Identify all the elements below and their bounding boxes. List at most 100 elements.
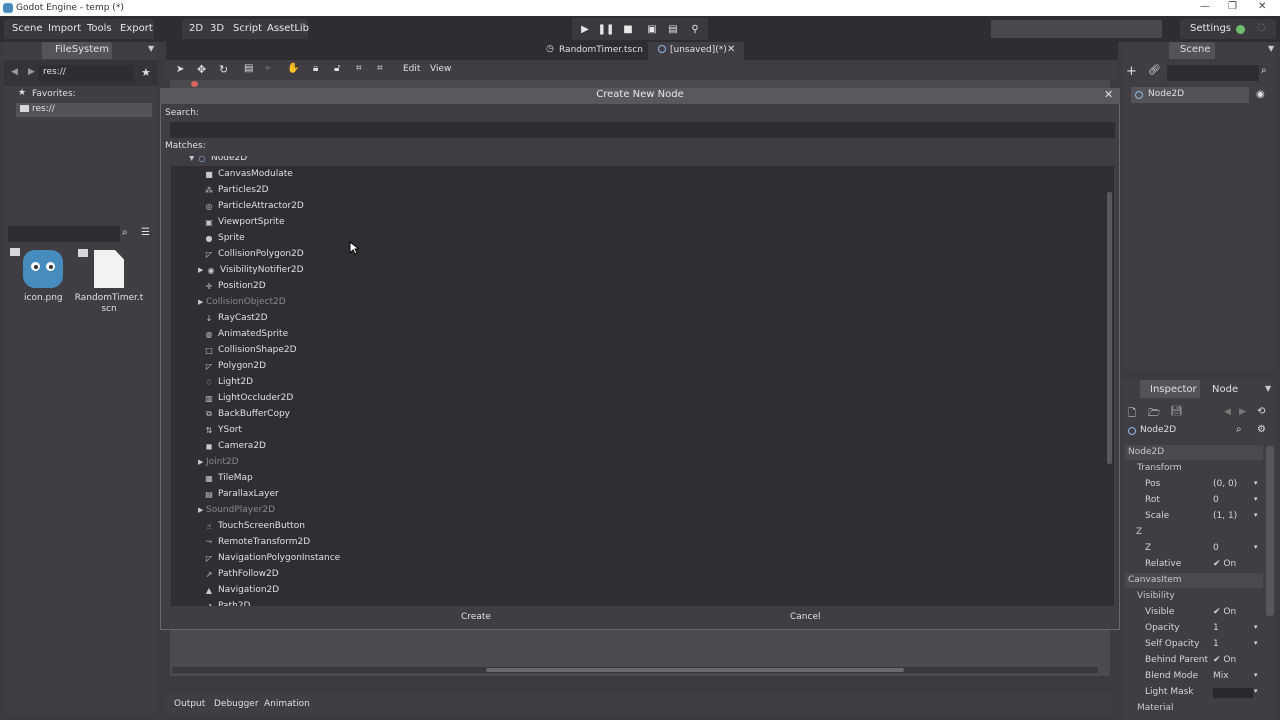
menu-scene[interactable]: Scene bbox=[12, 23, 43, 34]
tab-animation[interactable]: Animation bbox=[264, 699, 310, 709]
property-value[interactable]: ✔ On bbox=[1213, 607, 1236, 617]
node-type-item[interactable]: ▤ ParallaxLayer bbox=[171, 486, 1114, 502]
node-type-item[interactable]: ◸ CollisionPolygon2D bbox=[171, 246, 1114, 262]
h-scrollbar[interactable] bbox=[486, 668, 904, 672]
file-search-input[interactable] bbox=[8, 226, 120, 242]
history-icon[interactable]: ⟲ bbox=[1257, 406, 1265, 417]
node-type-item[interactable]: ✛ Position2D bbox=[171, 278, 1114, 294]
viewport-menu-edit[interactable]: Edit bbox=[403, 64, 420, 74]
history-back-icon[interactable]: ◀ bbox=[1224, 407, 1231, 417]
node-type-item[interactable]: ↓ RayCast2D bbox=[171, 310, 1114, 326]
move-tool-icon[interactable]: ✥ bbox=[197, 63, 206, 76]
pivot-tool-icon[interactable]: ⌖ bbox=[265, 63, 271, 74]
inspector-search-icon[interactable]: ⌕ bbox=[1236, 424, 1242, 435]
node-type-item[interactable]: ☝ TouchScreenButton bbox=[171, 518, 1114, 534]
workspace-assetlib[interactable]: AssetLib bbox=[267, 23, 309, 34]
stop-icon[interactable]: ■ bbox=[619, 20, 637, 38]
property-spinner-icon[interactable]: ▾ bbox=[1254, 511, 1258, 519]
save-resource-icon[interactable]: 💾︎ bbox=[1170, 406, 1183, 417]
settings-menu[interactable]: Settings bbox=[1190, 23, 1231, 34]
node-type-item[interactable]: ▶ CollisionObject2D bbox=[171, 294, 1114, 310]
node-type-item[interactable]: ↗ PathFollow2D bbox=[171, 566, 1114, 582]
tab-output[interactable]: Output bbox=[174, 699, 205, 709]
scene-filter-input[interactable] bbox=[1167, 65, 1259, 81]
new-resource-icon[interactable]: 🗋 bbox=[1128, 406, 1136, 423]
node-type-item[interactable]: ⧉ BackBufferCopy bbox=[171, 406, 1114, 422]
rotate-tool-icon[interactable]: ↻ bbox=[219, 63, 228, 76]
create-button[interactable]: Create bbox=[461, 612, 491, 622]
tab-scene[interactable]: Scene bbox=[1180, 44, 1211, 55]
maximize-icon[interactable]: ❐ bbox=[1228, 1, 1237, 12]
collapse-arrow-icon[interactable]: ▶ bbox=[198, 266, 206, 274]
node-tree-scrollbar[interactable] bbox=[1107, 192, 1112, 464]
node-type-item[interactable]: □ CollisionShape2D bbox=[171, 342, 1114, 358]
property-value[interactable]: Mix bbox=[1213, 671, 1229, 681]
node-type-item[interactable]: ▦ TileMap bbox=[171, 470, 1114, 486]
property-value[interactable]: (0, 0) bbox=[1213, 479, 1237, 489]
visibility-eye-icon[interactable]: ◉ bbox=[1256, 89, 1265, 100]
inspector-menu-icon[interactable]: ▼ bbox=[1265, 384, 1271, 393]
favorite-star-icon[interactable]: ★ bbox=[141, 66, 151, 79]
property-spinner-icon[interactable]: ▾ bbox=[1254, 687, 1258, 695]
node-type-item[interactable]: ▶ ◉ VisibilityNotifier2D bbox=[171, 262, 1114, 278]
node-type-item[interactable]: ▣ ViewportSprite bbox=[171, 214, 1114, 230]
play-custom-scene-icon[interactable]: ▤ bbox=[664, 20, 682, 38]
history-forward-icon[interactable]: ▶ bbox=[1239, 407, 1246, 417]
node-type-item[interactable]: ▶ Joint2D bbox=[171, 454, 1114, 470]
group-icon[interactable]: ⌗ bbox=[356, 63, 362, 74]
tab-close-icon[interactable]: ✕ bbox=[727, 44, 735, 55]
deploy-icon[interactable]: ⚲ bbox=[686, 20, 704, 38]
search-icon[interactable]: ⌕ bbox=[122, 227, 128, 238]
workspace-3d[interactable]: 3D bbox=[210, 23, 224, 34]
forward-icon[interactable]: ▶ bbox=[28, 67, 35, 77]
scene-search-icon[interactable]: ⌕ bbox=[1261, 65, 1267, 76]
open-resource-icon[interactable]: 🗁 bbox=[1148, 406, 1160, 423]
inspector-settings-icon[interactable]: ⚙ bbox=[1257, 424, 1266, 435]
file-name-icon-png[interactable]: icon.png bbox=[24, 293, 63, 303]
property-value[interactable]: 0 bbox=[1213, 543, 1219, 553]
menu-export[interactable]: Export bbox=[120, 23, 153, 34]
godot-icon-thumbnail[interactable] bbox=[23, 250, 63, 288]
node-type-item[interactable]: ♢ Light2D bbox=[171, 374, 1114, 390]
window-close-icon[interactable]: ✕ bbox=[1258, 1, 1266, 12]
ungroup-icon[interactable]: ⌗ bbox=[377, 63, 383, 74]
tab-filesystem[interactable]: FileSystem bbox=[55, 44, 109, 55]
property-spinner-icon[interactable]: ▾ bbox=[1254, 639, 1258, 647]
lock-icon[interactable]: 🔒︎ bbox=[313, 63, 318, 74]
property-spinner-icon[interactable]: ▾ bbox=[1254, 543, 1258, 551]
workspace-script[interactable]: Script bbox=[233, 23, 262, 34]
inspector-scrollbar[interactable] bbox=[1266, 446, 1274, 616]
back-icon[interactable]: ◀ bbox=[11, 67, 18, 77]
collapse-arrow-icon[interactable]: ▶ bbox=[198, 506, 206, 514]
play-icon[interactable]: ▶ bbox=[576, 20, 594, 38]
node-search-input[interactable] bbox=[170, 122, 1115, 138]
expand-arrow-icon[interactable]: ▼ bbox=[189, 156, 197, 162]
tab-randomtimer[interactable]: RandomTimer.tscn bbox=[559, 45, 643, 55]
menu-import[interactable]: Import bbox=[48, 23, 81, 34]
tab-unsaved[interactable]: [unsaved](*) bbox=[670, 45, 727, 55]
node-tree[interactable]: ▼ ○ Node2D ■ CanvasModulate ⁂ Particles2D ◎ Part… bbox=[171, 156, 1114, 606]
node-type-item[interactable]: ⇅ YSort bbox=[171, 422, 1114, 438]
list-view-icon[interactable]: ☰ bbox=[141, 227, 150, 238]
collapse-arrow-icon[interactable]: ▶ bbox=[198, 458, 206, 466]
property-value[interactable]: 1 bbox=[1213, 639, 1219, 649]
scene-dock-menu-icon[interactable]: ▼ bbox=[1268, 44, 1274, 53]
property-value[interactable]: 0 bbox=[1213, 495, 1219, 505]
node-type-item[interactable]: ■ CanvasModulate bbox=[171, 166, 1114, 182]
select-tool-icon[interactable]: ➤ bbox=[176, 64, 184, 75]
node-type-item[interactable]: ▲ Navigation2D bbox=[171, 582, 1114, 598]
pan-tool-icon[interactable]: ✋ bbox=[287, 63, 299, 74]
instance-scene-icon[interactable]: 🔗︎ bbox=[1148, 65, 1161, 76]
node-type-item[interactable]: ◎ ParticleAttractor2D bbox=[171, 198, 1114, 214]
property-value[interactable]: 1 bbox=[1213, 623, 1219, 633]
node-type-item[interactable]: ↗ Path2D bbox=[171, 598, 1114, 606]
tab-inspector[interactable]: Inspector bbox=[1150, 384, 1197, 395]
property-spinner-icon[interactable]: ▾ bbox=[1254, 623, 1258, 631]
node-type-item[interactable]: ▶ SoundPlayer2D bbox=[171, 502, 1114, 518]
viewport-menu-view[interactable]: View bbox=[430, 64, 451, 74]
cancel-button[interactable]: Cancel bbox=[790, 612, 821, 622]
pause-icon[interactable]: ❚❚ bbox=[597, 20, 615, 38]
workspace-2d[interactable]: 2D bbox=[189, 23, 203, 34]
scene-file-thumbnail[interactable] bbox=[94, 250, 124, 288]
node-type-item[interactable]: ◸ NavigationPolygonInstance bbox=[171, 550, 1114, 566]
